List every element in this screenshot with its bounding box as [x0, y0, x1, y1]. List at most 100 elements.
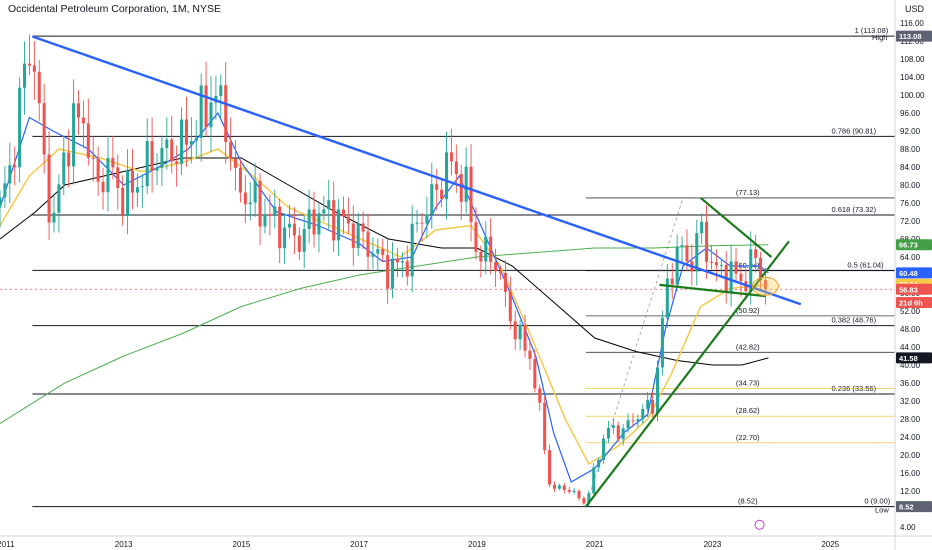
candle-body — [700, 221, 704, 234]
candle-body — [81, 117, 85, 124]
price-tick-label: 92.00 — [900, 127, 921, 136]
candle-body — [322, 209, 326, 214]
candle-body — [680, 245, 684, 247]
candle-body — [248, 202, 252, 205]
candle-body — [145, 141, 149, 187]
candle-body — [685, 245, 689, 262]
candle-body — [371, 253, 375, 257]
price-tick-label: 32.00 — [900, 397, 921, 406]
candle-body — [175, 161, 179, 164]
candle-body — [219, 85, 223, 96]
candle-body — [454, 161, 458, 175]
ma-long-line — [0, 244, 769, 424]
candle-body — [229, 141, 233, 159]
candle-body — [194, 137, 198, 142]
candle-body — [91, 157, 95, 159]
time-tick-label: 2015 — [233, 540, 251, 549]
candle-body — [234, 158, 238, 168]
candle-body — [135, 187, 139, 193]
fib-high-label: High — [872, 33, 887, 42]
candle-body — [440, 189, 444, 199]
candle-body — [356, 223, 360, 249]
time-tick-label: 2011 — [0, 540, 15, 549]
candle-body — [592, 467, 596, 494]
candle-body — [253, 180, 257, 203]
price-chart[interactable]: 1 (113.08)0.786 (90.81)0.618 (73.32)0.5 … — [0, 0, 932, 550]
projection-label: (28.62) — [736, 406, 760, 415]
time-tick-label: 2025 — [821, 540, 839, 549]
candle-body — [337, 209, 341, 241]
time-tick-label: 2013 — [115, 540, 133, 549]
candle-body — [341, 209, 345, 217]
candle-body — [597, 459, 601, 468]
candle-body — [705, 221, 709, 262]
axis-price-badge-label: 56.83 — [899, 285, 918, 294]
axis-price-badge-label: 66.73 — [899, 241, 918, 250]
candle-body — [386, 255, 390, 289]
price-tick-label: 28.00 — [900, 415, 921, 424]
fib-level-label: 0.5 (61.04) — [847, 260, 884, 269]
candle-body — [719, 264, 723, 266]
fib-level-label: 0.382 (48.76) — [831, 316, 876, 325]
time-tick-label: 2019 — [468, 540, 486, 549]
candle-body — [567, 490, 571, 492]
projection-label: (77.13) — [736, 188, 760, 197]
candle-body — [18, 87, 22, 168]
candle-body — [395, 258, 399, 263]
candle-body — [709, 261, 714, 263]
ma-fast-line — [0, 111, 769, 483]
moving-averages — [0, 111, 769, 483]
price-tick-label: 108.00 — [900, 55, 925, 64]
axis-price-badge-label: 8.52 — [899, 503, 914, 512]
price-tick-label: 52.00 — [900, 307, 921, 316]
candle-body — [739, 273, 743, 282]
candle-body — [62, 152, 66, 185]
candle-body — [150, 141, 154, 171]
candle-body — [415, 222, 419, 224]
candle-body — [67, 152, 71, 167]
price-tick-label: 24.00 — [900, 433, 921, 442]
time-tick-label: 2023 — [704, 540, 722, 549]
axis-price-badge-label: 60.48 — [899, 269, 918, 278]
candle-body — [180, 119, 184, 164]
candle-body — [459, 174, 463, 202]
candle-body — [518, 324, 522, 340]
candle-body — [606, 427, 610, 439]
candle-body — [243, 192, 247, 205]
price-tick-label: 116.00 — [900, 19, 924, 28]
candle-body — [238, 167, 242, 193]
candle-body — [346, 216, 350, 224]
candle-body — [503, 272, 507, 292]
candle-body — [675, 246, 679, 285]
candle-body — [327, 200, 331, 210]
candle-body — [489, 236, 493, 263]
candle-body — [494, 262, 498, 272]
candle-body — [268, 214, 272, 216]
candle-body — [410, 223, 414, 277]
fib-level-label: 0 (9.00) — [864, 497, 890, 506]
candle-body — [23, 63, 27, 88]
price-tick-label: 104.00 — [900, 73, 925, 82]
candle-body — [263, 214, 267, 227]
price-tick-label: 88.00 — [900, 145, 921, 154]
candle-body — [121, 187, 125, 217]
candle-body — [474, 222, 478, 252]
candle-body — [47, 154, 51, 223]
candle-body — [469, 166, 473, 223]
candle-body — [626, 420, 630, 429]
candle-body — [32, 65, 36, 72]
candle-body — [351, 223, 355, 249]
candle-body — [106, 157, 110, 193]
trendlines — [31, 35, 802, 508]
candle-body — [3, 183, 7, 198]
candle-body — [312, 209, 316, 235]
candle-body — [204, 85, 208, 128]
candle-body — [513, 321, 517, 340]
candle-body — [361, 223, 365, 232]
price-tick-label: 48.00 — [900, 325, 921, 334]
projection-label: (34.73) — [736, 379, 760, 388]
candle-body — [577, 490, 581, 499]
candle-body — [27, 63, 31, 66]
candle-body — [366, 231, 370, 257]
candle-body — [449, 152, 453, 162]
